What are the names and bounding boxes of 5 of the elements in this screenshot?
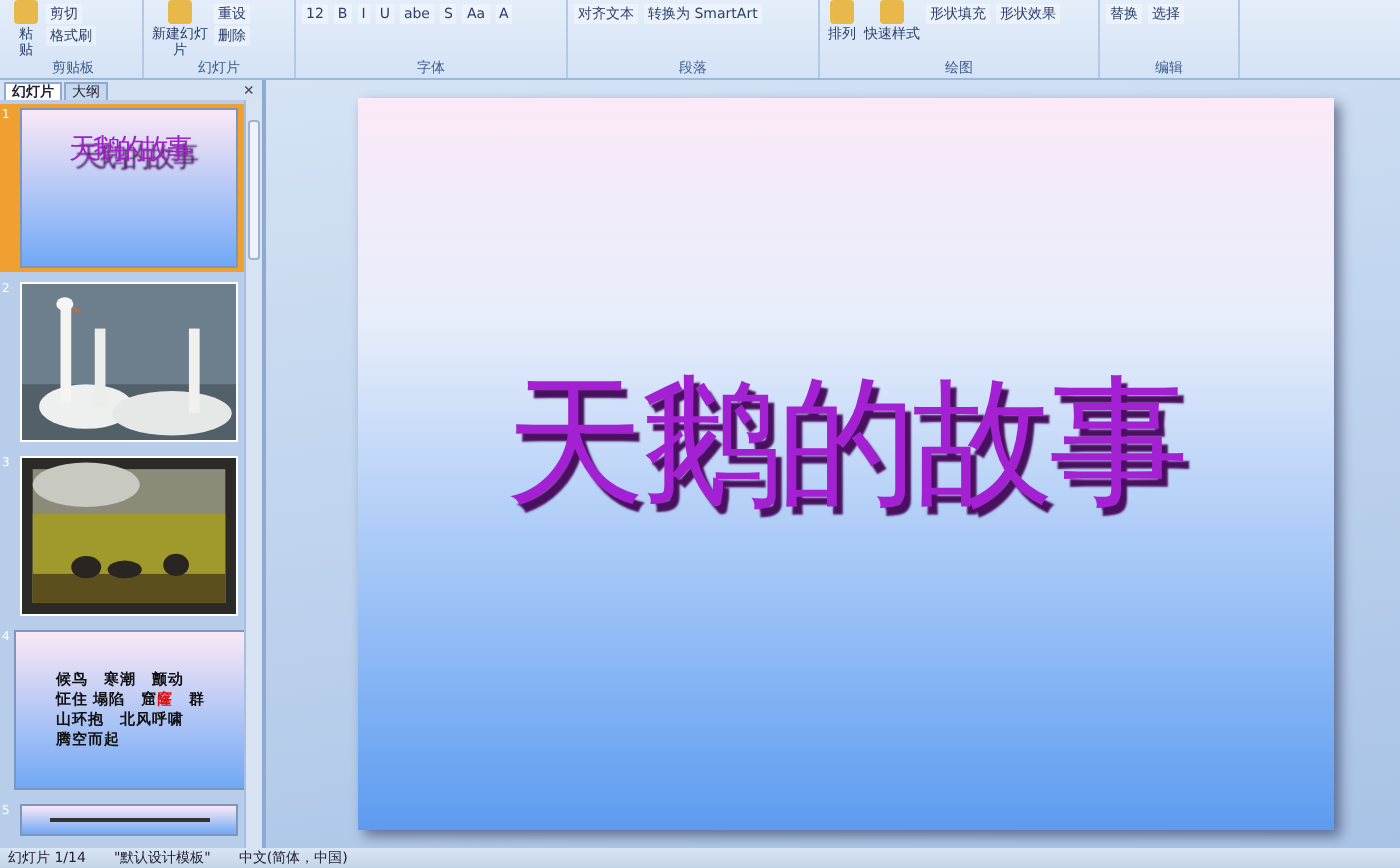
close-button[interactable]: × <box>235 82 262 100</box>
slide-thumbnail[interactable]: 天鹅的故事 <box>20 108 238 268</box>
slide-thumbnail[interactable] <box>20 804 238 836</box>
thumbnail-title: 天鹅的故事 <box>69 132 189 168</box>
slide-title: 天鹅的故事 <box>505 358 1185 528</box>
